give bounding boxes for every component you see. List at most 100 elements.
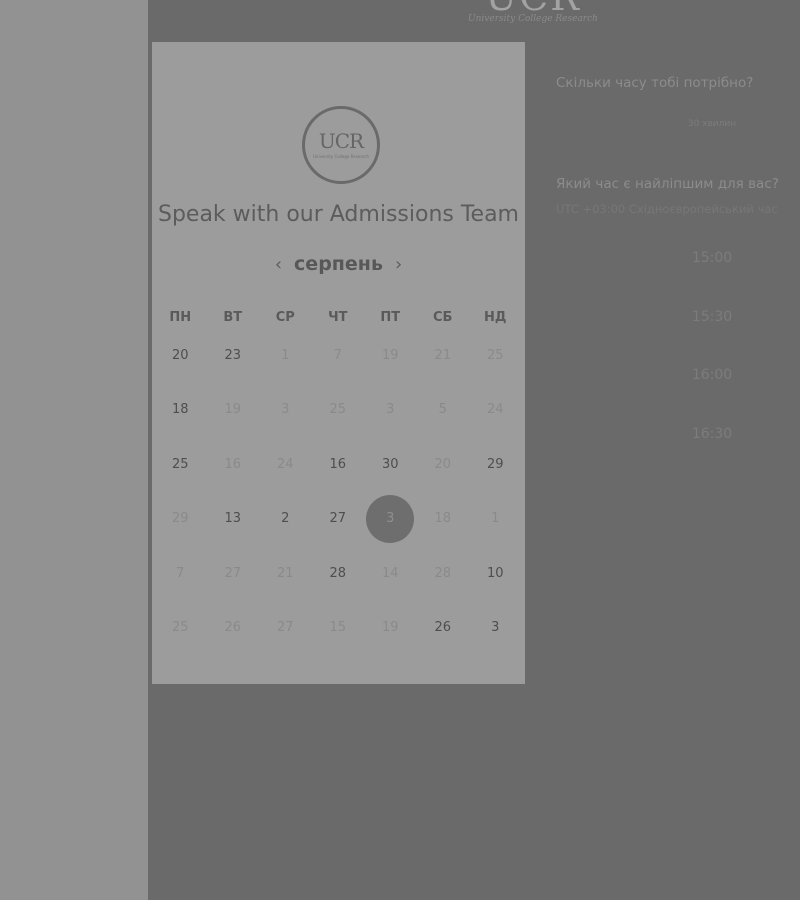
calendar-day-number: 16 xyxy=(329,456,347,472)
weekday-label: ПТ xyxy=(380,310,401,325)
calendar-day: 24 xyxy=(259,437,312,492)
calendar-day[interactable]: 16 xyxy=(312,437,365,492)
calendar-day[interactable]: 30 xyxy=(364,437,417,492)
ucr-logo-text: UCR xyxy=(318,129,364,153)
calendar-day-number: 28 xyxy=(434,565,452,581)
calendar-day[interactable]: 23 xyxy=(207,328,260,383)
calendar-day-number: 24 xyxy=(486,402,504,418)
calendar-day-number: 26 xyxy=(434,620,452,636)
calendar-day-number: 29 xyxy=(486,456,504,472)
calendar-day-number: 15 xyxy=(329,620,347,636)
calendar-day: 14 xyxy=(364,546,417,601)
calendar-day-number: 25 xyxy=(171,456,189,472)
calendar-day: 18 xyxy=(417,492,470,547)
calendar-day-number: 23 xyxy=(224,347,242,363)
weekday-label: СР xyxy=(275,310,295,325)
time-question: Який час є найліпшим для вас? xyxy=(556,176,779,192)
duration-question: Скільки часу тобі потрібно? xyxy=(556,75,754,91)
calendar-day-number: 7 xyxy=(176,565,185,581)
calendar-day: 29 xyxy=(154,492,207,547)
calendar-day-number: 3 xyxy=(281,402,290,418)
calendar-day: 25 xyxy=(469,328,522,383)
time-slot[interactable]: 15:30 xyxy=(556,309,800,325)
scheduling-panel: Скільки часу тобі потрібно? 30 хвилин Як… xyxy=(556,0,800,900)
calendar-day: 3 xyxy=(259,383,312,438)
time-slot[interactable]: 15:00 xyxy=(556,250,800,266)
calendar-day-number: 29 xyxy=(171,511,189,527)
weekday-header: ПН ВТ СР ЧТ ПТ СБ НД xyxy=(154,310,523,325)
calendar-day-grid: 20 23 1 7 19 21 25 18 19 3 25 3 5 24 25 16 24 16 30 20 29 29 1… xyxy=(154,328,523,655)
calendar-day-number: 20 xyxy=(171,347,189,363)
month-navigation: ‹ серпень › xyxy=(152,250,525,278)
calendar-day: 19 xyxy=(207,383,260,438)
weekday-label: ПН xyxy=(169,310,192,325)
calendar-day-number: 21 xyxy=(434,347,452,363)
calendar-day-number: 2 xyxy=(281,511,290,527)
ucr-logo: UCR University College Research xyxy=(302,106,380,184)
calendar-day-number: 30 xyxy=(381,456,399,472)
calendar-day-selected[interactable]: 3 xyxy=(364,492,417,547)
calendar-day-number: 5 xyxy=(438,402,447,418)
calendar-card: UCR University College Research Speak wi… xyxy=(152,42,525,684)
calendar-day: 25 xyxy=(154,601,207,656)
weekday-label: СБ xyxy=(433,310,453,325)
calendar-day: 3 xyxy=(364,383,417,438)
calendar-day-number: 13 xyxy=(224,511,242,527)
calendar-day-number: 27 xyxy=(329,511,347,527)
calendar-day-number: 26 xyxy=(224,620,242,636)
calendar-day: 27 xyxy=(259,601,312,656)
left-sidebar xyxy=(0,0,148,900)
weekday-label: ЧТ xyxy=(328,310,348,325)
ucr-logo-subtitle: University College Research xyxy=(313,154,369,159)
calendar-day: 26 xyxy=(207,601,260,656)
calendar-day: 19 xyxy=(364,328,417,383)
calendar-day-number: 1 xyxy=(281,347,290,363)
prev-month-button[interactable]: ‹ xyxy=(263,254,294,275)
calendar-day[interactable]: 13 xyxy=(207,492,260,547)
calendar-day[interactable]: 18 xyxy=(154,383,207,438)
calendar-day[interactable]: 25 xyxy=(154,437,207,492)
calendar-day[interactable]: 29 xyxy=(469,437,522,492)
calendar-day: 7 xyxy=(312,328,365,383)
calendar-day-number: 25 xyxy=(486,347,504,363)
calendar-day-number: 3 xyxy=(386,402,395,418)
calendar-day: 15 xyxy=(312,601,365,656)
calendar-day: 27 xyxy=(207,546,260,601)
calendar-day: 16 xyxy=(207,437,260,492)
calendar-day-number: 27 xyxy=(224,565,242,581)
time-slot[interactable]: 16:00 xyxy=(556,367,800,383)
calendar-day[interactable]: 3 xyxy=(469,601,522,656)
weekday-label: НД xyxy=(484,310,507,325)
calendar-day-number: 18 xyxy=(434,511,452,527)
calendar-day-number: 24 xyxy=(276,456,294,472)
calendar-day: 5 xyxy=(417,383,470,438)
calendar-day[interactable]: 20 xyxy=(154,328,207,383)
calendar-day[interactable]: 2 xyxy=(259,492,312,547)
calendar-day-number: 3 xyxy=(386,511,395,527)
calendar-day: 20 xyxy=(417,437,470,492)
next-month-button[interactable]: › xyxy=(383,254,414,275)
calendar-day-number: 1 xyxy=(491,511,500,527)
calendar-day-number: 27 xyxy=(276,620,294,636)
month-label: серпень xyxy=(294,253,383,275)
calendar-day-number: 21 xyxy=(276,565,294,581)
duration-option[interactable]: 30 хвилин xyxy=(556,119,800,129)
calendar-day[interactable]: 26 xyxy=(417,601,470,656)
calendar-day-number: 25 xyxy=(171,620,189,636)
calendar-day[interactable]: 10 xyxy=(469,546,522,601)
weekday-label: ВТ xyxy=(223,310,243,325)
calendar-day: 7 xyxy=(154,546,207,601)
calendar-day[interactable]: 28 xyxy=(312,546,365,601)
page-title: Speak with our Admissions Team xyxy=(157,202,519,227)
calendar-day: 25 xyxy=(312,383,365,438)
calendar-day: 1 xyxy=(469,492,522,547)
calendar-day: 19 xyxy=(364,601,417,656)
timezone-label[interactable]: UTC +03:00 Східноєвропейський час xyxy=(556,202,778,216)
calendar-day-number: 7 xyxy=(333,347,342,363)
calendar-day-number: 16 xyxy=(224,456,242,472)
time-slot[interactable]: 16:30 xyxy=(556,426,800,442)
calendar-day: 24 xyxy=(469,383,522,438)
calendar-day-number: 18 xyxy=(171,402,189,418)
calendar-day[interactable]: 27 xyxy=(312,492,365,547)
calendar-day: 21 xyxy=(259,546,312,601)
